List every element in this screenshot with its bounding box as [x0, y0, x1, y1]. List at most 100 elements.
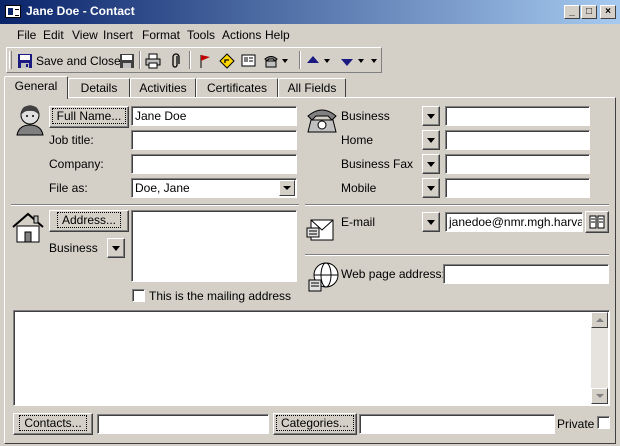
printer-icon	[145, 53, 161, 69]
toolbar-options-button[interactable]	[371, 51, 377, 70]
autodialer-button[interactable]	[263, 51, 288, 70]
address-type-label: Business	[49, 241, 98, 255]
phone-mobile-label: Mobile	[341, 181, 377, 195]
categories-button[interactable]: Categories...	[273, 413, 357, 435]
phone-home-dropdown[interactable]	[422, 130, 440, 150]
tab-certificates[interactable]: Certificates	[196, 78, 278, 98]
chevron-down-icon	[282, 58, 288, 63]
web-page-label: Web page address:	[341, 267, 445, 281]
tab-strip: General Details Activities Certificates …	[4, 76, 616, 99]
save-and-close-button[interactable]: Save and Close	[17, 51, 121, 70]
phone-business-field[interactable]	[445, 106, 590, 126]
menu-file[interactable]: File	[17, 28, 36, 42]
separator	[305, 204, 609, 206]
menu-edit[interactable]: Edit	[43, 28, 64, 42]
maximize-button[interactable]: □	[581, 5, 597, 19]
minimize-button[interactable]: _	[564, 5, 580, 19]
email-label: E-mail	[341, 215, 376, 229]
road-sign-icon	[219, 52, 235, 69]
scroll-up-button[interactable]	[591, 312, 608, 328]
toolbar-separator	[189, 51, 191, 69]
phone-business-fax-field[interactable]	[445, 154, 590, 174]
tab-general[interactable]: General	[4, 76, 68, 99]
separator	[305, 254, 609, 256]
full-name-button[interactable]: Full Name...	[49, 106, 129, 128]
notes-field[interactable]	[13, 310, 610, 406]
contact-card-icon	[241, 53, 257, 69]
toolbar-separator	[139, 51, 141, 69]
file-as-label: File as:	[49, 181, 88, 195]
follow-up-button[interactable]	[197, 51, 213, 70]
tab-activities[interactable]: Activities	[130, 78, 196, 98]
close-button[interactable]: ×	[600, 5, 616, 19]
contacts-button[interactable]: Contacts...	[13, 413, 93, 435]
phone-home-label: Home	[341, 133, 374, 147]
menu-tools[interactable]: Tools	[187, 28, 215, 42]
notes-scrollbar[interactable]	[591, 312, 608, 404]
phone-business-fax-dropdown[interactable]	[422, 154, 440, 174]
scroll-down-button[interactable]	[591, 388, 608, 404]
phone-mobile-dropdown[interactable]	[422, 178, 440, 198]
tab-details[interactable]: Details	[68, 78, 130, 98]
categories-field[interactable]	[359, 414, 555, 434]
arrow-up-icon	[596, 318, 604, 322]
email-dropdown[interactable]	[422, 212, 440, 232]
tab-all-fields[interactable]: All Fields	[278, 78, 346, 98]
standard-toolbar: Save and Close	[6, 47, 382, 73]
web-globe-icon	[307, 260, 341, 294]
file-as-dropdown-arrow[interactable]	[279, 180, 295, 196]
floppy-disk-icon	[119, 53, 135, 69]
job-title-label: Job title:	[49, 133, 94, 147]
phone-business-dropdown[interactable]	[422, 106, 440, 126]
phone-business-label: Business	[341, 109, 390, 123]
attach-button[interactable]	[167, 51, 183, 70]
company-field[interactable]	[131, 154, 297, 174]
telephone-icon	[263, 53, 279, 69]
arrow-down-icon	[596, 394, 604, 398]
phone-home-field[interactable]	[445, 130, 590, 150]
file-as-combo[interactable]: Doe, Jane	[131, 178, 297, 198]
email-field[interactable]: janedoe@nmr.mgh.harvard.edu	[445, 212, 583, 232]
toolbar-grip[interactable]	[9, 51, 12, 69]
web-page-field[interactable]	[443, 264, 609, 284]
contact-card-icon[interactable]	[5, 5, 21, 18]
chevron-down-icon	[371, 58, 377, 63]
title-bar: Jane Doe - Contact _ □ ×	[0, 0, 620, 24]
save-button[interactable]	[119, 51, 135, 70]
display-map-button[interactable]	[219, 51, 235, 70]
company-label: Company:	[49, 157, 104, 171]
address-field[interactable]	[131, 210, 297, 282]
address-book-button[interactable]	[585, 211, 609, 233]
next-item-button[interactable]	[339, 51, 364, 70]
file-as-value: Doe, Jane	[135, 181, 190, 195]
phone-mobile-field[interactable]	[445, 178, 590, 198]
toolbar-separator	[299, 51, 301, 69]
save-icon	[17, 53, 33, 69]
menu-insert[interactable]: Insert	[103, 28, 133, 42]
address-type-dropdown[interactable]	[107, 238, 125, 258]
menu-bar: File Edit View Insert Format Tools Actio…	[0, 25, 620, 45]
menu-actions[interactable]: Actions	[222, 28, 261, 42]
previous-item-button[interactable]	[305, 51, 330, 70]
menu-help[interactable]: Help	[265, 28, 290, 42]
house-icon	[11, 210, 45, 244]
email-envelope-icon	[305, 210, 339, 244]
job-title-field[interactable]	[131, 130, 297, 150]
menu-format[interactable]: Format	[142, 28, 180, 42]
private-label: Private	[557, 417, 595, 431]
chevron-down-icon	[358, 58, 364, 63]
private-checkbox[interactable]	[597, 416, 610, 429]
menu-view[interactable]: View	[72, 28, 98, 42]
paperclip-icon	[167, 52, 183, 69]
address-button[interactable]: Address...	[49, 210, 129, 232]
print-button[interactable]	[145, 51, 161, 70]
general-tab-panel: Full Name... Jane Doe Job title: Company…	[4, 97, 616, 444]
mailing-address-checkbox[interactable]	[132, 289, 145, 302]
new-message-to-contact-button[interactable]	[241, 51, 257, 70]
telephone-icon	[305, 102, 339, 136]
phone-business-fax-label: Business Fax	[341, 157, 414, 171]
window-title: Jane Doe - Contact	[26, 4, 135, 18]
arrow-up-icon	[305, 53, 321, 69]
contacts-field[interactable]	[97, 414, 269, 434]
full-name-field[interactable]: Jane Doe	[131, 106, 297, 126]
